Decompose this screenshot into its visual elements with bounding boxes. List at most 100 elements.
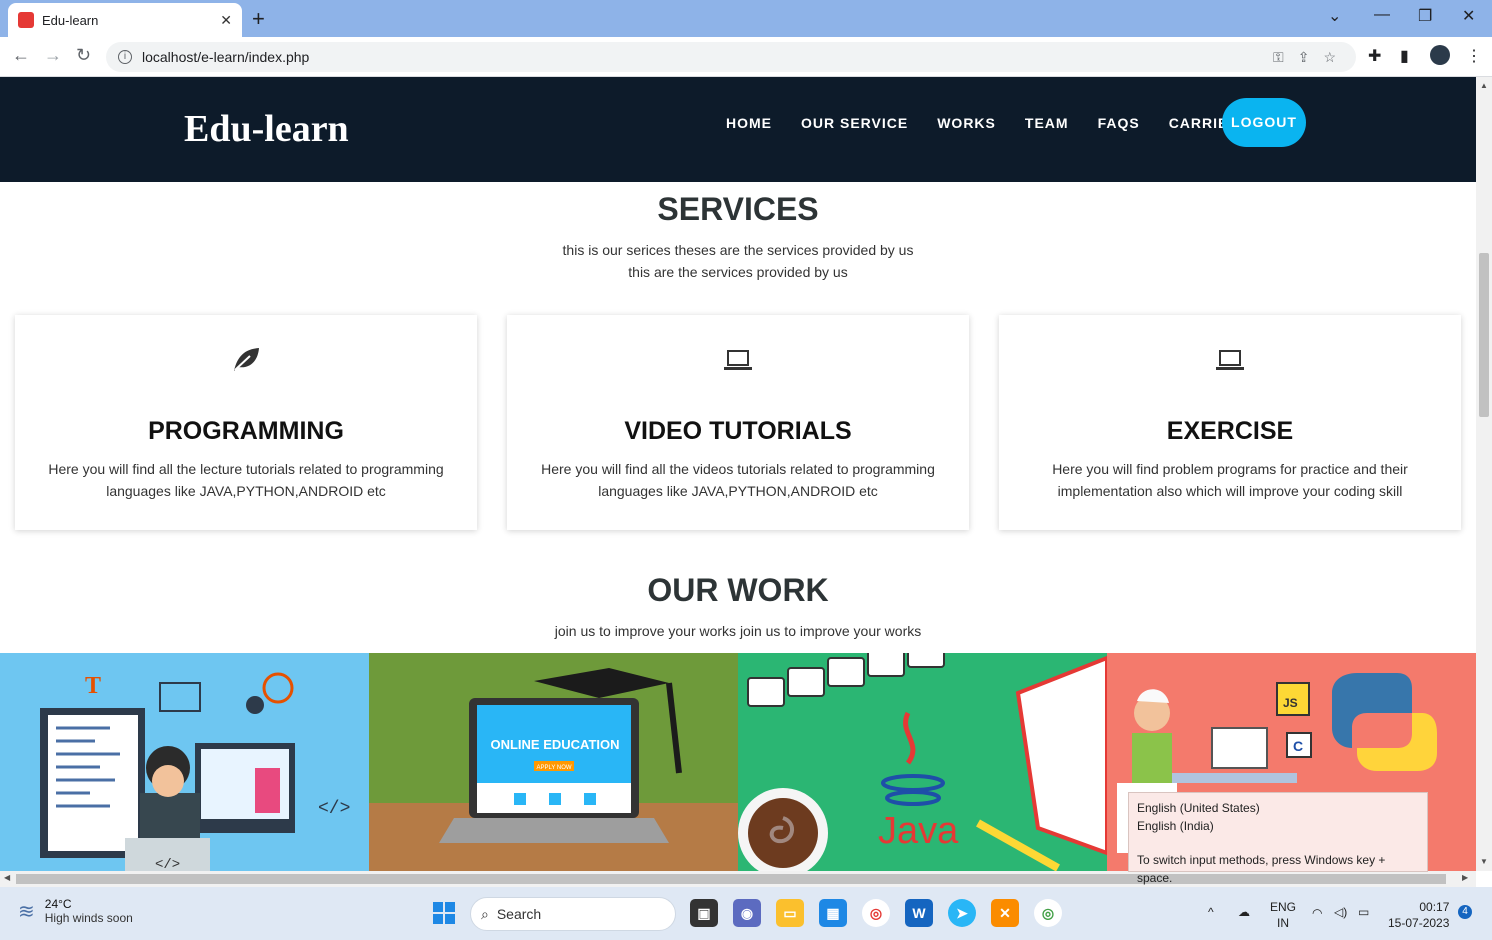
wifi-icon[interactable]: ◠ (1312, 905, 1322, 921)
vertical-scrollbar[interactable]: ▲ ▼ (1476, 77, 1492, 871)
svg-text:T: T (85, 673, 101, 699)
scroll-left-arrow-icon[interactable]: ◀ (4, 873, 10, 882)
main-menu: HOME OUR SERVICE WORKS TEAM FAQS CARRIER (726, 115, 1239, 131)
new-tab-button[interactable]: + (252, 6, 265, 32)
logout-button[interactable]: LOGOUT (1222, 98, 1306, 147)
browser-tab-strip: Edu-learn ✕ + ⌄ — ❐ ✕ (0, 0, 1492, 37)
address-bar[interactable]: i localhost/e-learn/index.php ⚿ ⇪ ☆ (106, 42, 1356, 72)
weather-desc: High winds soon (44, 911, 133, 925)
menu-item-faqs[interactable]: FAQS (1098, 115, 1140, 131)
service-card-video-tutorials: VIDEO TUTORIALS Here you will find all t… (507, 315, 969, 530)
weather-temp: 24°C (44, 897, 72, 911)
lang-secondary: IN (1277, 916, 1289, 930)
close-window-button[interactable]: ✕ (1462, 6, 1475, 26)
service-card-text: Here you will find problem programs for … (1052, 461, 1408, 499)
menu-item-our-service[interactable]: OUR SERVICE (801, 115, 908, 131)
clock[interactable]: 00:17 15-07-2023 (1388, 899, 1449, 931)
task-view-icon[interactable]: ▣ (690, 899, 718, 927)
volume-icon[interactable]: ◁) (1334, 904, 1347, 920)
lang-primary: ENG (1270, 900, 1297, 914)
js-caption: JS (1283, 696, 1298, 710)
onedrive-icon[interactable]: ☁ (1238, 904, 1250, 920)
scroll-down-arrow-icon[interactable]: ▼ (1480, 857, 1488, 866)
scroll-right-arrow-icon[interactable]: ▶ (1462, 873, 1468, 882)
site-info-icon[interactable]: i (118, 50, 132, 64)
tooltip-line-2: English (India) (1137, 819, 1214, 833)
windows-start-icon[interactable] (430, 899, 458, 927)
service-card-exercise: EXERCISE Here you will find problem prog… (999, 315, 1461, 530)
reload-icon[interactable]: ↻ (76, 45, 91, 66)
svg-text:C: C (1293, 738, 1303, 754)
services-subtitle-2: this are the services provided by us (628, 264, 848, 280)
extensions-puzzle-icon[interactable]: ✚ (1368, 46, 1381, 66)
svg-text:</>: </> (155, 857, 180, 871)
forward-arrow-icon[interactable]: → (44, 45, 62, 66)
menu-item-team[interactable]: TEAM (1025, 115, 1069, 131)
url-text[interactable]: localhost/e-learn/index.php (142, 49, 309, 65)
file-explorer-icon[interactable]: ▭ (776, 899, 804, 927)
services-subtitle-1: this is our serices theses are the servi… (562, 242, 914, 258)
clock-date: 15-07-2023 (1388, 916, 1450, 930)
work-title: OUR WORK (647, 572, 829, 608)
windows-taskbar: ≋ 24°C High winds soon ⌕ Search ▣ ◉ ▭ ▦ … (0, 887, 1492, 940)
weather-widget[interactable]: ≋ 24°C High winds soon (18, 897, 133, 925)
clock-time: 00:17 (1419, 900, 1450, 914)
service-card-text: Here you will find all the lecture tutor… (48, 461, 444, 499)
word-icon[interactable]: W (905, 899, 933, 927)
online-education-caption: ONLINE EDUCATION (490, 737, 619, 752)
svg-text:</>: </> (318, 799, 350, 819)
store-icon[interactable]: ▦ (819, 899, 847, 927)
battery-icon[interactable]: ▭ (1358, 904, 1369, 920)
back-arrow-icon[interactable]: ← (12, 45, 30, 66)
chat-icon[interactable]: ◉ (733, 899, 761, 927)
site-favicon-icon (18, 12, 34, 28)
menu-item-home[interactable]: HOME (726, 115, 772, 131)
search-label: Search (496, 906, 542, 922)
wind-icon: ≋ (18, 900, 35, 923)
scroll-up-arrow-icon[interactable]: ▲ (1480, 81, 1488, 90)
menu-kebab-icon[interactable]: ⋮ (1466, 46, 1482, 66)
input-method-tooltip: English (United States) English (India) … (1128, 792, 1428, 885)
tooltip-line-1: English (United States) (1137, 801, 1260, 815)
tab-search-icon[interactable]: ⌄ (1328, 6, 1341, 26)
profile-avatar[interactable] (1430, 45, 1450, 65)
service-card-programming: PROGRAMMING Here you will find all the l… (15, 315, 477, 530)
work-image-online-education[interactable]: APPLY NOW ONLINE EDUCATION (369, 653, 738, 871)
tooltip-line-3: To switch input methods, press Windows k… (1137, 853, 1386, 885)
service-card-title: EXERCISE (1166, 417, 1294, 445)
xampp-icon[interactable]: ✕ (991, 899, 1019, 927)
site-logo[interactable]: Edu-learn (184, 107, 349, 151)
browser-toolbar: ← → ↻ i localhost/e-learn/index.php ⚿ ⇪ … (0, 37, 1492, 77)
share-icon[interactable]: ⇪ (1298, 49, 1310, 66)
taskbar-search[interactable]: ⌕ Search (470, 897, 676, 931)
bookmark-star-icon[interactable]: ☆ (1323, 49, 1336, 66)
chrome-active-icon[interactable]: ◎ (1034, 899, 1062, 927)
chrome-icon[interactable]: ◎ (862, 899, 890, 927)
work-image-coding[interactable]: </> T </> (0, 653, 369, 871)
browser-tab[interactable]: Edu-learn ✕ (8, 3, 242, 37)
search-icon: ⌕ (481, 905, 489, 922)
laptop-icon (507, 343, 969, 375)
laptop-icon (999, 343, 1461, 375)
menu-item-works[interactable]: WORKS (937, 115, 996, 131)
work-image-java[interactable]: Java (738, 653, 1107, 871)
service-card-text: Here you will find all the videos tutori… (541, 461, 935, 499)
key-icon[interactable]: ⚿ (1273, 49, 1284, 66)
notification-badge[interactable]: 4 (1458, 905, 1472, 919)
service-card-title: PROGRAMMING (148, 417, 344, 445)
telegram-icon[interactable]: ➤ (948, 899, 976, 927)
tray-overflow-icon[interactable]: ^ (1208, 904, 1214, 920)
services-title: SERVICES (657, 191, 819, 227)
side-panel-icon[interactable]: ▮ (1400, 46, 1409, 66)
leaf-icon (15, 343, 477, 375)
java-caption: Java (878, 810, 959, 852)
tab-close-icon[interactable]: ✕ (220, 12, 232, 29)
restore-button[interactable]: ❐ (1418, 6, 1432, 26)
service-card-title: VIDEO TUTORIALS (624, 417, 852, 445)
minimize-button[interactable]: — (1374, 6, 1390, 24)
language-indicator[interactable]: ENG IN (1270, 899, 1296, 931)
omnibox-actions: ⚿ ⇪ ☆ (1273, 42, 1336, 72)
vertical-scroll-thumb[interactable] (1479, 253, 1489, 417)
site-navbar: Edu-learn HOME OUR SERVICE WORKS TEAM FA… (0, 77, 1476, 182)
apply-now-caption: APPLY NOW (536, 765, 571, 771)
